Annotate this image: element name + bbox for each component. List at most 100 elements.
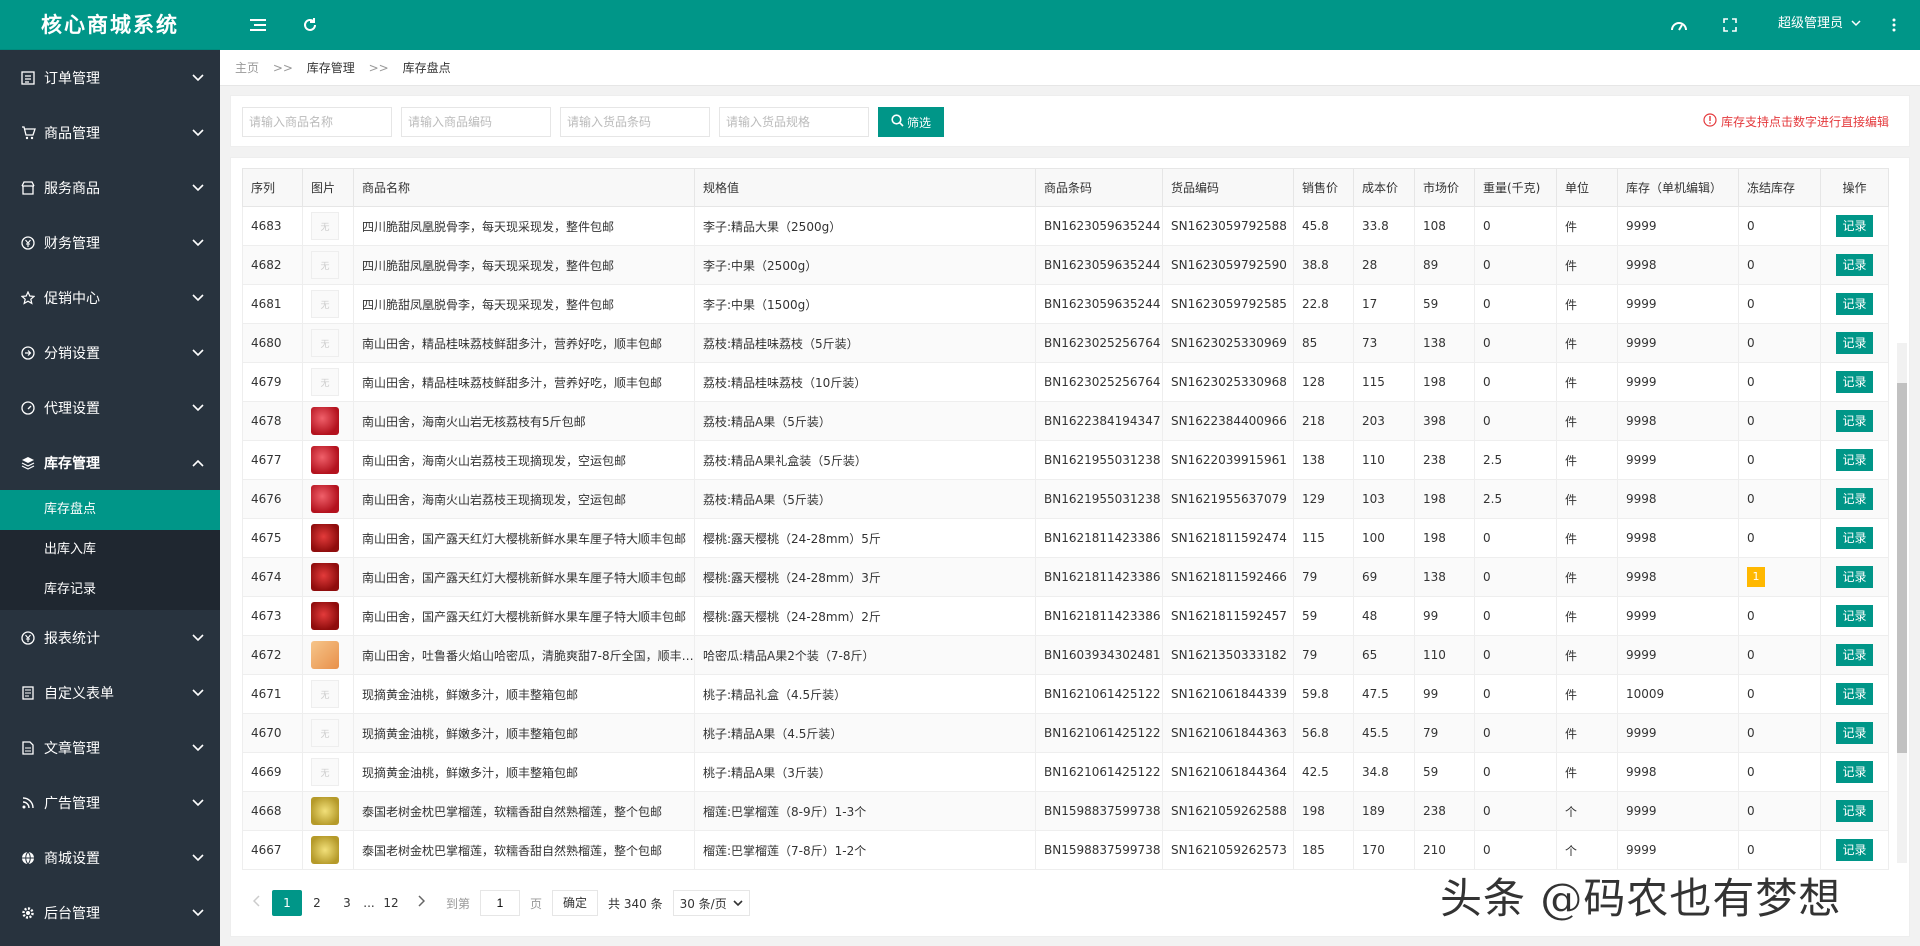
- sidebar-subitem[interactable]: 出库入库: [0, 530, 220, 570]
- cell-spec: 荔枝:精品A果（5斤装）: [694, 401, 1036, 441]
- filter-button[interactable]: 筛选: [878, 107, 944, 137]
- record-button[interactable]: 记录: [1836, 761, 1873, 783]
- cell-stock[interactable]: 9998: [1617, 557, 1739, 597]
- cell-price: 115: [1293, 518, 1354, 558]
- per-page-select[interactable]: 30 条/页: [672, 890, 750, 916]
- filter-button-label: 筛选: [906, 115, 931, 130]
- record-button[interactable]: 记录: [1836, 527, 1873, 549]
- frozen-stock-badge[interactable]: 1: [1747, 567, 1765, 587]
- record-button[interactable]: 记录: [1836, 371, 1873, 393]
- sidebar-item[interactable]: 文章管理: [0, 720, 220, 775]
- cell-stock[interactable]: 9998: [1617, 518, 1739, 558]
- sidebar-item[interactable]: 报表统计: [0, 610, 220, 665]
- sidebar-item[interactable]: 财务管理: [0, 215, 220, 270]
- record-button[interactable]: 记录: [1836, 488, 1873, 510]
- record-button[interactable]: 记录: [1836, 722, 1873, 744]
- record-button[interactable]: 记录: [1836, 215, 1873, 237]
- cell-stock[interactable]: 9999: [1617, 362, 1739, 402]
- cell-product-name: 四川脆甜凤凰脱骨李，每天现采现发，整件包邮: [353, 245, 695, 285]
- cell-stock[interactable]: 9999: [1617, 284, 1739, 324]
- sidebar-item[interactable]: 分销设置: [0, 325, 220, 380]
- next-page-icon[interactable]: [406, 890, 436, 916]
- sidebar-item-label: 财务管理: [44, 235, 100, 252]
- sidebar-item[interactable]: 库存管理: [0, 435, 220, 490]
- cell-stock[interactable]: 9999: [1617, 323, 1739, 363]
- cell-unit: 件: [1556, 362, 1618, 402]
- cell-action: 记录: [1820, 362, 1889, 402]
- cell-stock[interactable]: 9999: [1617, 596, 1739, 636]
- menu-toggle-icon[interactable]: [246, 13, 270, 37]
- cell-image: [302, 596, 354, 636]
- cell-stock[interactable]: 9998: [1617, 401, 1739, 441]
- goto-confirm-button[interactable]: 确定: [552, 890, 599, 916]
- sidebar-item-label: 服务商品: [44, 180, 100, 197]
- table-scrollbar[interactable]: [1897, 343, 1907, 863]
- cell-weight: 0: [1474, 791, 1557, 831]
- cell-spec: 桃子:精品礼盒（4.5斤装）: [694, 674, 1036, 714]
- sidebar-item[interactable]: 自定义表单: [0, 665, 220, 720]
- record-button[interactable]: 记录: [1836, 605, 1873, 627]
- cell-stock[interactable]: 9999: [1617, 206, 1739, 246]
- cell-code: SN1621811592474: [1162, 518, 1294, 558]
- page-number[interactable]: 2: [302, 890, 332, 916]
- cell-stock[interactable]: 9999: [1617, 830, 1739, 870]
- cell-stock[interactable]: 9999: [1617, 440, 1739, 480]
- sidebar-item[interactable]: 订单管理: [0, 50, 220, 105]
- theme-icon[interactable]: [1667, 13, 1691, 37]
- barcode-input[interactable]: [560, 107, 710, 137]
- record-button[interactable]: 记录: [1836, 449, 1873, 471]
- sidebar-item[interactable]: 商品管理: [0, 105, 220, 160]
- sidebar-subitem[interactable]: 库存记录: [0, 570, 220, 610]
- admin-user-menu[interactable]: 超级管理员: [1778, 0, 1861, 50]
- breadcrumb-level1[interactable]: 库存管理: [307, 61, 355, 75]
- cell-image: [302, 401, 354, 441]
- product-name-input[interactable]: [242, 107, 392, 137]
- prev-page-icon[interactable]: [242, 890, 272, 916]
- record-button[interactable]: 记录: [1836, 293, 1873, 315]
- page-number[interactable]: 1: [272, 890, 302, 916]
- sidebar-item[interactable]: 促销中心: [0, 270, 220, 325]
- sidebar-item-label: 订单管理: [44, 70, 100, 87]
- cell-spec: 哈密瓜:精品A果2个装（7-8斤）: [694, 635, 1036, 675]
- sidebar-item[interactable]: 商城设置: [0, 830, 220, 885]
- breadcrumb-home[interactable]: 主页: [235, 61, 259, 75]
- sidebar-subitem[interactable]: 库存盘点: [0, 490, 220, 530]
- goto-page-input[interactable]: [480, 890, 521, 916]
- spec-input[interactable]: [719, 107, 869, 137]
- record-button[interactable]: 记录: [1836, 839, 1873, 861]
- sidebar-item[interactable]: 广告管理: [0, 775, 220, 830]
- record-button[interactable]: 记录: [1836, 644, 1873, 666]
- record-button[interactable]: 记录: [1836, 800, 1873, 822]
- cell-code: SN1621955637079: [1162, 479, 1294, 519]
- cell-unit: 件: [1556, 635, 1618, 675]
- pagination: 123...12 到第 页 确定 共 340 条 30 条/页: [242, 888, 750, 918]
- page-number[interactable]: 3: [332, 890, 362, 916]
- cell-action: 记录: [1820, 635, 1889, 675]
- page-number[interactable]: 12: [376, 890, 406, 916]
- column-header: 单位: [1556, 168, 1618, 207]
- sidebar-item[interactable]: 代理设置: [0, 380, 220, 435]
- cell-code: SN1621061844363: [1162, 713, 1294, 753]
- cell-price: 79: [1293, 635, 1354, 675]
- cell-action: 记录: [1820, 752, 1889, 792]
- record-button[interactable]: 记录: [1836, 332, 1873, 354]
- scrollbar-thumb[interactable]: [1897, 383, 1907, 753]
- cell-stock[interactable]: 10009: [1617, 674, 1739, 714]
- sidebar-item[interactable]: 服务商品: [0, 160, 220, 215]
- cell-stock[interactable]: 9999: [1617, 791, 1739, 831]
- product-code-input[interactable]: [401, 107, 551, 137]
- record-button[interactable]: 记录: [1836, 566, 1873, 588]
- refresh-icon[interactable]: [298, 13, 322, 37]
- cell-stock[interactable]: 9998: [1617, 479, 1739, 519]
- record-button[interactable]: 记录: [1836, 683, 1873, 705]
- cell-stock[interactable]: 9998: [1617, 752, 1739, 792]
- cell-stock[interactable]: 9998: [1617, 245, 1739, 285]
- sidebar-item[interactable]: 后台管理: [0, 885, 220, 940]
- cell-action: 记录: [1820, 791, 1889, 831]
- cell-stock[interactable]: 9999: [1617, 635, 1739, 675]
- fullscreen-icon[interactable]: [1718, 13, 1742, 37]
- cell-stock[interactable]: 9999: [1617, 713, 1739, 753]
- more-vertical-icon[interactable]: [1882, 13, 1906, 37]
- record-button[interactable]: 记录: [1836, 410, 1873, 432]
- record-button[interactable]: 记录: [1836, 254, 1873, 276]
